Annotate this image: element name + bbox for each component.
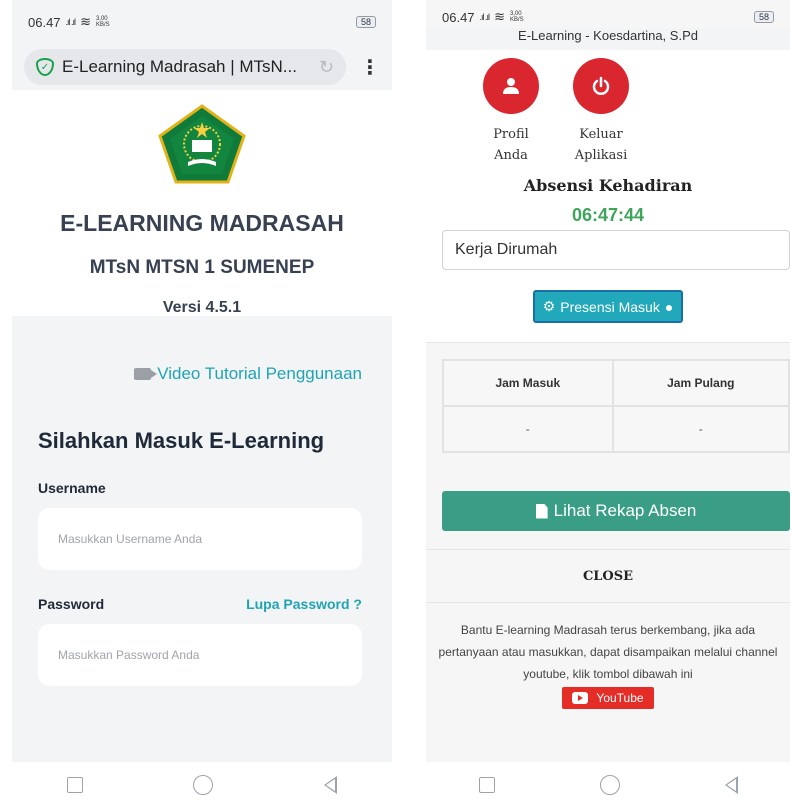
kebab-icon[interactable]: ⋮	[360, 55, 380, 80]
recents-icon[interactable]	[67, 777, 84, 793]
recents-icon[interactable]	[478, 777, 495, 793]
version-label: Versi 4.5.1	[162, 299, 242, 316]
back-icon[interactable]	[724, 776, 738, 794]
page-title: E-Learning - Koesdartina, S.Pd	[426, 28, 790, 50]
attendance-table: Jam Masuk Jam Pulang - -	[442, 359, 790, 453]
home-icon[interactable]	[193, 775, 214, 795]
home-icon[interactable]	[599, 775, 620, 795]
header-jam-pulang: Jam Pulang	[611, 359, 790, 407]
username-label: Username	[38, 480, 106, 496]
reload-icon[interactable]: ↻	[319, 57, 334, 78]
profile-label-1: Profil	[493, 127, 529, 142]
support-info-text: Bantu E-learning Madrasah terus berkemba…	[438, 623, 778, 681]
youtube-icon	[572, 692, 589, 704]
login-form: Video Tutorial Penggunaan Silahkan Masuk…	[12, 364, 392, 686]
user-icon	[483, 58, 539, 114]
login-title: Silahkan Masuk E-Learning	[38, 428, 325, 453]
divider	[426, 342, 790, 343]
status-time: 06.47	[28, 14, 61, 30]
file-icon	[535, 503, 548, 519]
power-icon	[573, 58, 629, 114]
presensi-masuk-label: Presensi Masuk	[560, 298, 660, 315]
browser-toolbar: ✓ E-Learning Madrasah | MTsN... ↻ ⋮	[12, 44, 392, 90]
app-title: E-LEARNING MADRASAH	[60, 210, 344, 236]
youtube-button[interactable]: YouTube	[562, 687, 654, 709]
header-jam-masuk: Jam Masuk	[442, 359, 614, 407]
profile-button[interactable]: Profil Anda	[481, 58, 541, 166]
logout-label-2: Aplikasi	[574, 148, 628, 163]
back-icon[interactable]	[323, 776, 337, 794]
attendance-screen: 06.47 .ıl .ıl ≋ 3,00 KB/S 58 E-Learning -…	[426, 0, 790, 808]
battery-icon: 58	[753, 11, 774, 23]
work-mode-select[interactable]: Kerja Dirumah	[442, 230, 790, 270]
live-clock: 06:47:44	[571, 205, 645, 225]
battery-icon: 58	[355, 16, 376, 28]
wifi-icon: ≋	[80, 14, 91, 29]
logout-button[interactable]: Keluar Aplikasi	[571, 58, 631, 166]
video-tutorial-label: Video Tutorial Penggunaan	[157, 364, 362, 383]
user-circle-icon: ●	[664, 298, 674, 315]
close-button[interactable]: CLOSE	[426, 549, 790, 603]
username-input[interactable]	[38, 508, 362, 570]
signal-icon: .ıl .ıl	[479, 12, 490, 22]
login-screen: 06.47 .ıl .ıl ≋ 3,00 KB/S 58 ✓ E-Learning…	[12, 0, 392, 808]
lihat-rekap-button[interactable]: Lihat Rekap Absen	[442, 491, 790, 531]
profile-label-2: Anda	[494, 148, 528, 163]
youtube-label: YouTube	[596, 691, 644, 705]
kemenag-logo	[158, 104, 246, 184]
logout-label-1: Keluar	[579, 127, 623, 142]
lihat-rekap-label: Lihat Rekap Absen	[553, 501, 697, 520]
presensi-masuk-button[interactable]: ⚙ Presensi Masuk ●	[532, 290, 684, 323]
video-tutorial-link[interactable]: Video Tutorial Penggunaan	[38, 364, 362, 384]
school-name: MTsN MTSN 1 SUMENEP	[89, 257, 315, 278]
status-time: 06.47	[442, 9, 475, 25]
secure-shield-icon: ✓	[36, 58, 54, 76]
status-bar: 06.47 .ıl .ıl ≋ 3,00 KB/S 58	[12, 0, 392, 44]
network-speed: 3,00 KB/S	[509, 11, 524, 23]
wifi-icon: ≋	[494, 9, 505, 24]
password-label: Password	[38, 596, 105, 612]
url-text: E-Learning Madrasah | MTsN...	[62, 57, 297, 76]
attendance-title: Absensi Kehadiran	[523, 176, 693, 195]
value-jam-masuk: -	[442, 405, 614, 453]
gear-icon: ⚙	[542, 298, 556, 314]
login-header: E-LEARNING MADRASAH MTsN MTSN 1 SUMENEP …	[12, 90, 392, 316]
address-bar[interactable]: ✓ E-Learning Madrasah | MTsN... ↻	[24, 49, 346, 85]
password-input[interactable]	[38, 624, 362, 686]
network-speed: 3,00 KB/S	[95, 16, 110, 28]
attendance-panel: Profil Anda Keluar Aplikasi Absensi Kehadi…	[426, 50, 790, 342]
value-jam-pulang: -	[611, 405, 790, 453]
signal-icon: .ıl .ıl	[65, 17, 76, 27]
android-nav-bar	[12, 762, 392, 808]
android-nav-bar	[426, 762, 790, 808]
forgot-password-link[interactable]: Lupa Password ?	[246, 596, 362, 612]
video-camera-icon	[134, 368, 158, 380]
